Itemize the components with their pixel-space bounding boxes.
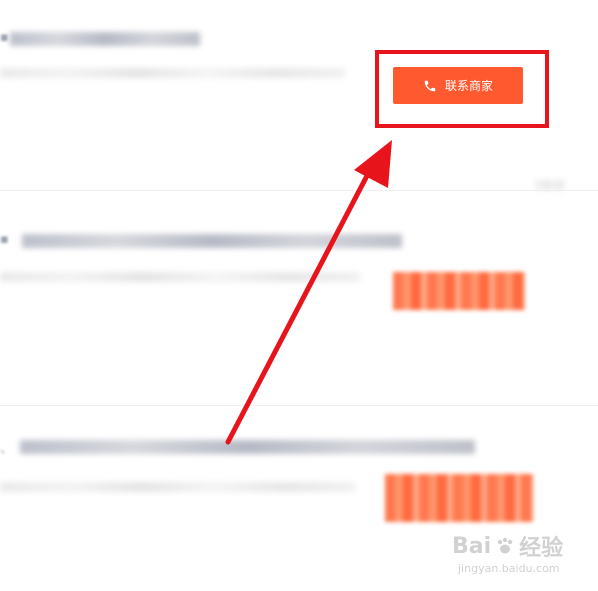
- baidu-paw-icon: [495, 536, 515, 556]
- baidu-jingyan-watermark: Bai 经验 jingyan.baidu.com: [452, 530, 592, 582]
- watermark-brand-suffix: 经验: [519, 536, 564, 561]
- annotation-arrow: [225, 140, 392, 445]
- watermark-url: jingyan.baidu.com: [458, 562, 560, 575]
- watermark-brand: Bai: [452, 533, 492, 559]
